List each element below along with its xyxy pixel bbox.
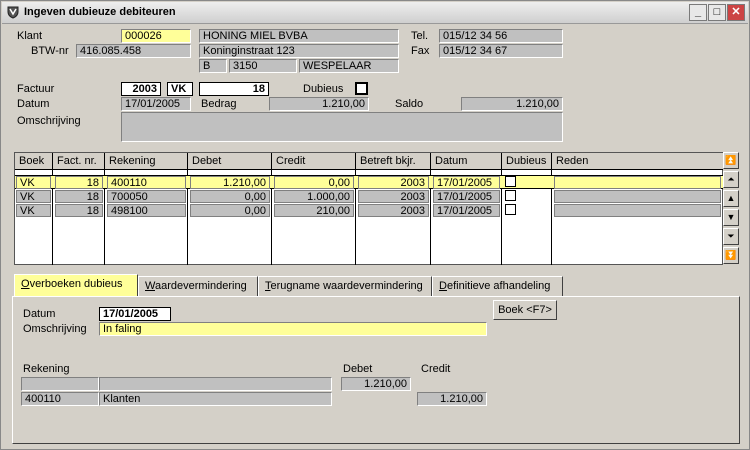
panel-debet-label: Debet	[343, 363, 373, 375]
col-header-reden[interactable]: Reden	[552, 153, 723, 170]
saldo-field: 1.210,00	[461, 97, 563, 111]
datum-label: Datum	[17, 98, 50, 110]
cell-rekening[interactable]: 700050	[107, 190, 186, 203]
cell-debet[interactable]: 0,00	[190, 204, 270, 217]
maximize-button[interactable]: □	[708, 4, 726, 21]
col-header-boek[interactable]: Boek	[15, 153, 53, 170]
factuur-label: Factuur	[17, 83, 55, 95]
cell-credit[interactable]: 210,00	[274, 204, 354, 217]
postcode-field: 3150	[229, 59, 297, 73]
country-field: B	[199, 59, 227, 73]
cell-boek[interactable]: VK	[16, 176, 51, 189]
panel-credit-label: Credit	[421, 363, 451, 375]
page-up-icon[interactable]: ⏶	[723, 171, 739, 188]
factuur-number-input[interactable]: 18	[199, 82, 269, 96]
cell-boek[interactable]: VK	[16, 190, 51, 203]
omschrijving-label: Omschrijving	[17, 115, 81, 127]
factuur-journal-input[interactable]: VK	[167, 82, 193, 96]
next-record-icon[interactable]: ▼	[723, 209, 739, 226]
panel-rekening-label: Rekening	[23, 363, 70, 375]
col-header-fact[interactable]: Fact. nr.	[53, 153, 105, 170]
col-header-datum[interactable]: Datum	[431, 153, 502, 170]
cell-datum[interactable]: 17/01/2005	[433, 190, 500, 203]
line2-account-field: 400110	[21, 392, 99, 406]
main-window: Ingeven dubieuze debiteuren _ □ ✕ Klant …	[0, 0, 750, 450]
dubieus-label: Dubieus	[303, 83, 344, 95]
fax-label: Fax	[411, 45, 430, 57]
factuur-year-input[interactable]: 2003	[121, 82, 161, 96]
line2-credit-field: 1.210,00	[417, 392, 487, 406]
cell-dubieus-checkbox[interactable]	[505, 176, 516, 187]
close-button[interactable]: ✕	[727, 4, 745, 21]
omschrijving-field	[121, 112, 563, 142]
cell-fact[interactable]: 18	[55, 176, 103, 189]
klant-name-field: HONING MIEL BVBA	[199, 29, 399, 43]
datum-field: 17/01/2005	[121, 97, 191, 111]
tel-field: 015/12 34 56	[439, 29, 563, 43]
dubieus-checkbox[interactable]	[355, 82, 368, 95]
cell-rekening[interactable]: 498100	[107, 204, 186, 217]
last-record-icon[interactable]: ⏬	[723, 247, 739, 264]
cell-dubieus-checkbox[interactable]	[505, 204, 516, 215]
cell-datum[interactable]: 17/01/2005	[433, 176, 500, 189]
cell-fact[interactable]: 18	[55, 190, 103, 203]
tab-panel: Datum 17/01/2005 Omschrijving In faling …	[12, 296, 740, 444]
col-header-debet[interactable]: Debet	[188, 153, 272, 170]
window-title: Ingeven dubieuze debiteuren	[24, 6, 176, 18]
line1-account-field	[21, 377, 99, 391]
cell-credit[interactable]: 0,00	[274, 176, 354, 189]
panel-datum-input[interactable]: 17/01/2005	[99, 307, 171, 321]
klant-input[interactable]: 000026	[121, 29, 191, 43]
tel-label: Tel.	[411, 30, 429, 42]
col-header-credit[interactable]: Credit	[272, 153, 356, 170]
cell-dubieus-checkbox[interactable]	[505, 190, 516, 201]
booking-grid: Boek Fact. nr. Rekening Debet Credit Bet…	[14, 152, 723, 265]
cell-boek[interactable]: VK	[16, 204, 51, 217]
app-shield-icon	[7, 6, 19, 19]
cell-credit[interactable]: 1.000,00	[274, 190, 354, 203]
tab-overboeken-dubieus[interactable]: Overboeken dubieus	[14, 274, 138, 297]
cell-bkjr[interactable]: 2003	[358, 190, 429, 203]
cell-bkjr[interactable]: 2003	[358, 176, 429, 189]
minimize-button[interactable]: _	[689, 4, 707, 21]
line1-name-field	[99, 377, 332, 391]
first-record-icon[interactable]: ⏫	[723, 152, 739, 169]
line2-name-field: Klanten	[99, 392, 332, 406]
tab-waardevermindering[interactable]: Waardevermindering	[138, 276, 258, 296]
grid-navigator: ⏫ ⏶ ▲ ▼ ⏷ ⏬	[723, 152, 740, 265]
tab-terugname-waardevermindering[interactable]: Terugname waardevermindering	[258, 276, 432, 296]
bedrag-label: Bedrag	[201, 98, 237, 110]
street-field: Koninginstraat 123	[199, 44, 399, 58]
title-bar: Ingeven dubieuze debiteuren _ □ ✕	[2, 2, 748, 24]
line1-debet-field: 1.210,00	[341, 377, 411, 391]
bedrag-field: 1.210,00	[269, 97, 369, 111]
cell-datum[interactable]: 17/01/2005	[433, 204, 500, 217]
boek-button[interactable]: Boek <F7>	[493, 300, 557, 320]
panel-datum-label: Datum	[23, 308, 56, 320]
cell-debet[interactable]: 1.210,00	[190, 176, 270, 189]
cell-rekening[interactable]: 400110	[107, 176, 186, 189]
fax-field: 015/12 34 67	[439, 44, 563, 58]
panel-omschrijving-label: Omschrijving	[23, 323, 87, 335]
tab-definitieve-afhandeling[interactable]: Definitieve afhandeling	[432, 276, 563, 296]
cell-fact[interactable]: 18	[55, 204, 103, 217]
cell-reden[interactable]	[554, 190, 721, 203]
cell-reden[interactable]	[554, 204, 721, 217]
btw-field: 416.085.458	[76, 44, 191, 58]
city-field: WESPELAAR	[299, 59, 399, 73]
cell-bkjr[interactable]: 2003	[358, 204, 429, 217]
page-down-icon[interactable]: ⏷	[723, 228, 739, 245]
col-header-bkjr[interactable]: Betreft bkjr.	[356, 153, 431, 170]
prev-record-icon[interactable]: ▲	[723, 190, 739, 207]
saldo-label: Saldo	[395, 98, 424, 110]
klant-label: Klant	[17, 30, 43, 42]
cell-debet[interactable]: 0,00	[190, 190, 270, 203]
panel-omschrijving-input[interactable]: In faling	[99, 322, 487, 336]
col-header-rekening[interactable]: Rekening	[105, 153, 188, 170]
cell-reden[interactable]	[554, 176, 721, 189]
col-header-dubieus[interactable]: Dubieus	[502, 153, 552, 170]
btw-label: BTW-nr	[31, 45, 69, 57]
